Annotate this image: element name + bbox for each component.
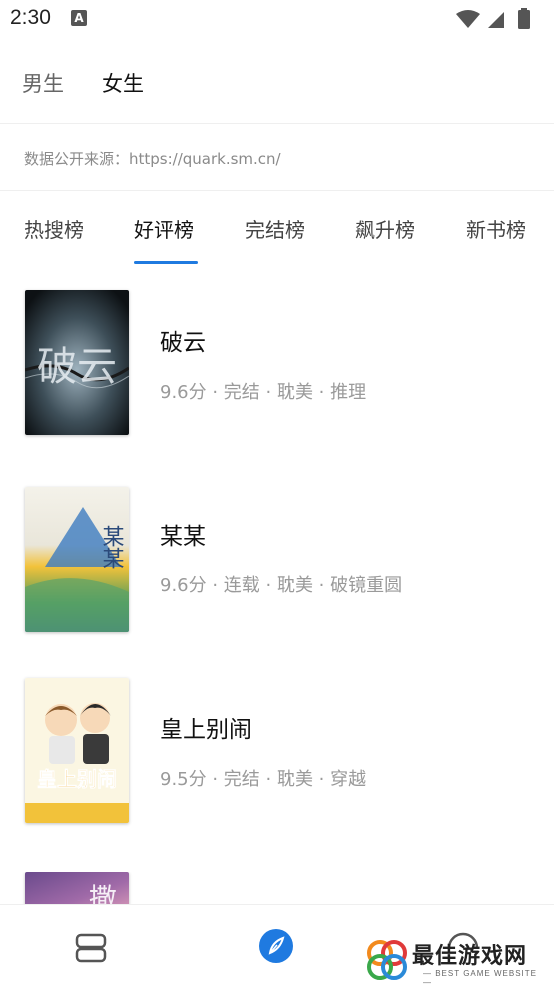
- cover-image-huangshang: 皇上别闹: [25, 678, 129, 823]
- compass-icon[interactable]: [258, 928, 294, 964]
- book-title[interactable]: 皇上别闹: [160, 710, 252, 744]
- tab-completed[interactable]: 完结榜: [245, 214, 305, 243]
- status-time: 2:30: [10, 6, 51, 29]
- book-meta: 9.6分 · 完结 · 耽美 · 推理: [160, 382, 367, 403]
- watermark-icon: [367, 940, 407, 980]
- divider: [0, 123, 554, 124]
- cover-image-poyun: 破云: [25, 290, 129, 435]
- active-tab-indicator: [134, 261, 198, 264]
- cover-title: 皇上别闹: [37, 767, 117, 791]
- bookshelf-icon[interactable]: [73, 930, 109, 966]
- book-cover[interactable]: 某某: [25, 487, 129, 632]
- cover-image-moumou: 某某: [25, 487, 129, 632]
- book-item[interactable]: 某某 某某 9.6分 · 连载 · 耽美 · 破镜重圆: [0, 487, 554, 637]
- data-source-text: 数据公开来源：https://quark.sm.cn/: [24, 150, 281, 168]
- tab-rising[interactable]: 飙升榜: [355, 214, 415, 243]
- watermark-subtitle: — BEST GAME WEBSITE —: [423, 969, 537, 987]
- cover-title: 破云: [37, 344, 117, 390]
- divider: [0, 190, 554, 191]
- book-cover[interactable]: 皇上别闹: [25, 678, 129, 823]
- watermark-logo: 最佳游戏网 — BEST GAME WEBSITE —: [365, 936, 545, 987]
- tab-new-books[interactable]: 新书榜: [466, 214, 526, 243]
- tab-hot-search[interactable]: 热搜榜: [24, 214, 84, 243]
- cover-title: 某某: [99, 525, 125, 569]
- notification-icon: A: [71, 10, 87, 26]
- book-title[interactable]: 某某: [160, 517, 206, 551]
- book-meta: 9.5分 · 完结 · 耽美 · 穿越: [160, 769, 367, 790]
- tab-top-rated[interactable]: 好评榜: [134, 214, 194, 243]
- book-meta: 9.6分 · 连载 · 耽美 · 破镜重圆: [160, 575, 403, 596]
- status-bar: 2:30 A: [0, 0, 554, 40]
- wifi-icon: [456, 10, 480, 28]
- divider: [0, 904, 554, 905]
- signal-icon: [488, 12, 504, 28]
- watermark-title: 最佳游戏网: [412, 944, 528, 969]
- tab-male[interactable]: 男生: [22, 68, 64, 98]
- tab-female[interactable]: 女生: [102, 68, 144, 98]
- book-item[interactable]: 破云 破云 9.6分 · 完结 · 耽美 · 推理: [0, 290, 554, 440]
- battery-icon: [518, 10, 530, 29]
- book-cover[interactable]: 破云: [25, 290, 129, 435]
- book-title[interactable]: 破云: [160, 323, 206, 357]
- book-item[interactable]: 皇上别闹 皇上别闹 9.5分 · 完结 · 耽美 · 穿越: [0, 678, 554, 828]
- status-icons: [456, 8, 530, 29]
